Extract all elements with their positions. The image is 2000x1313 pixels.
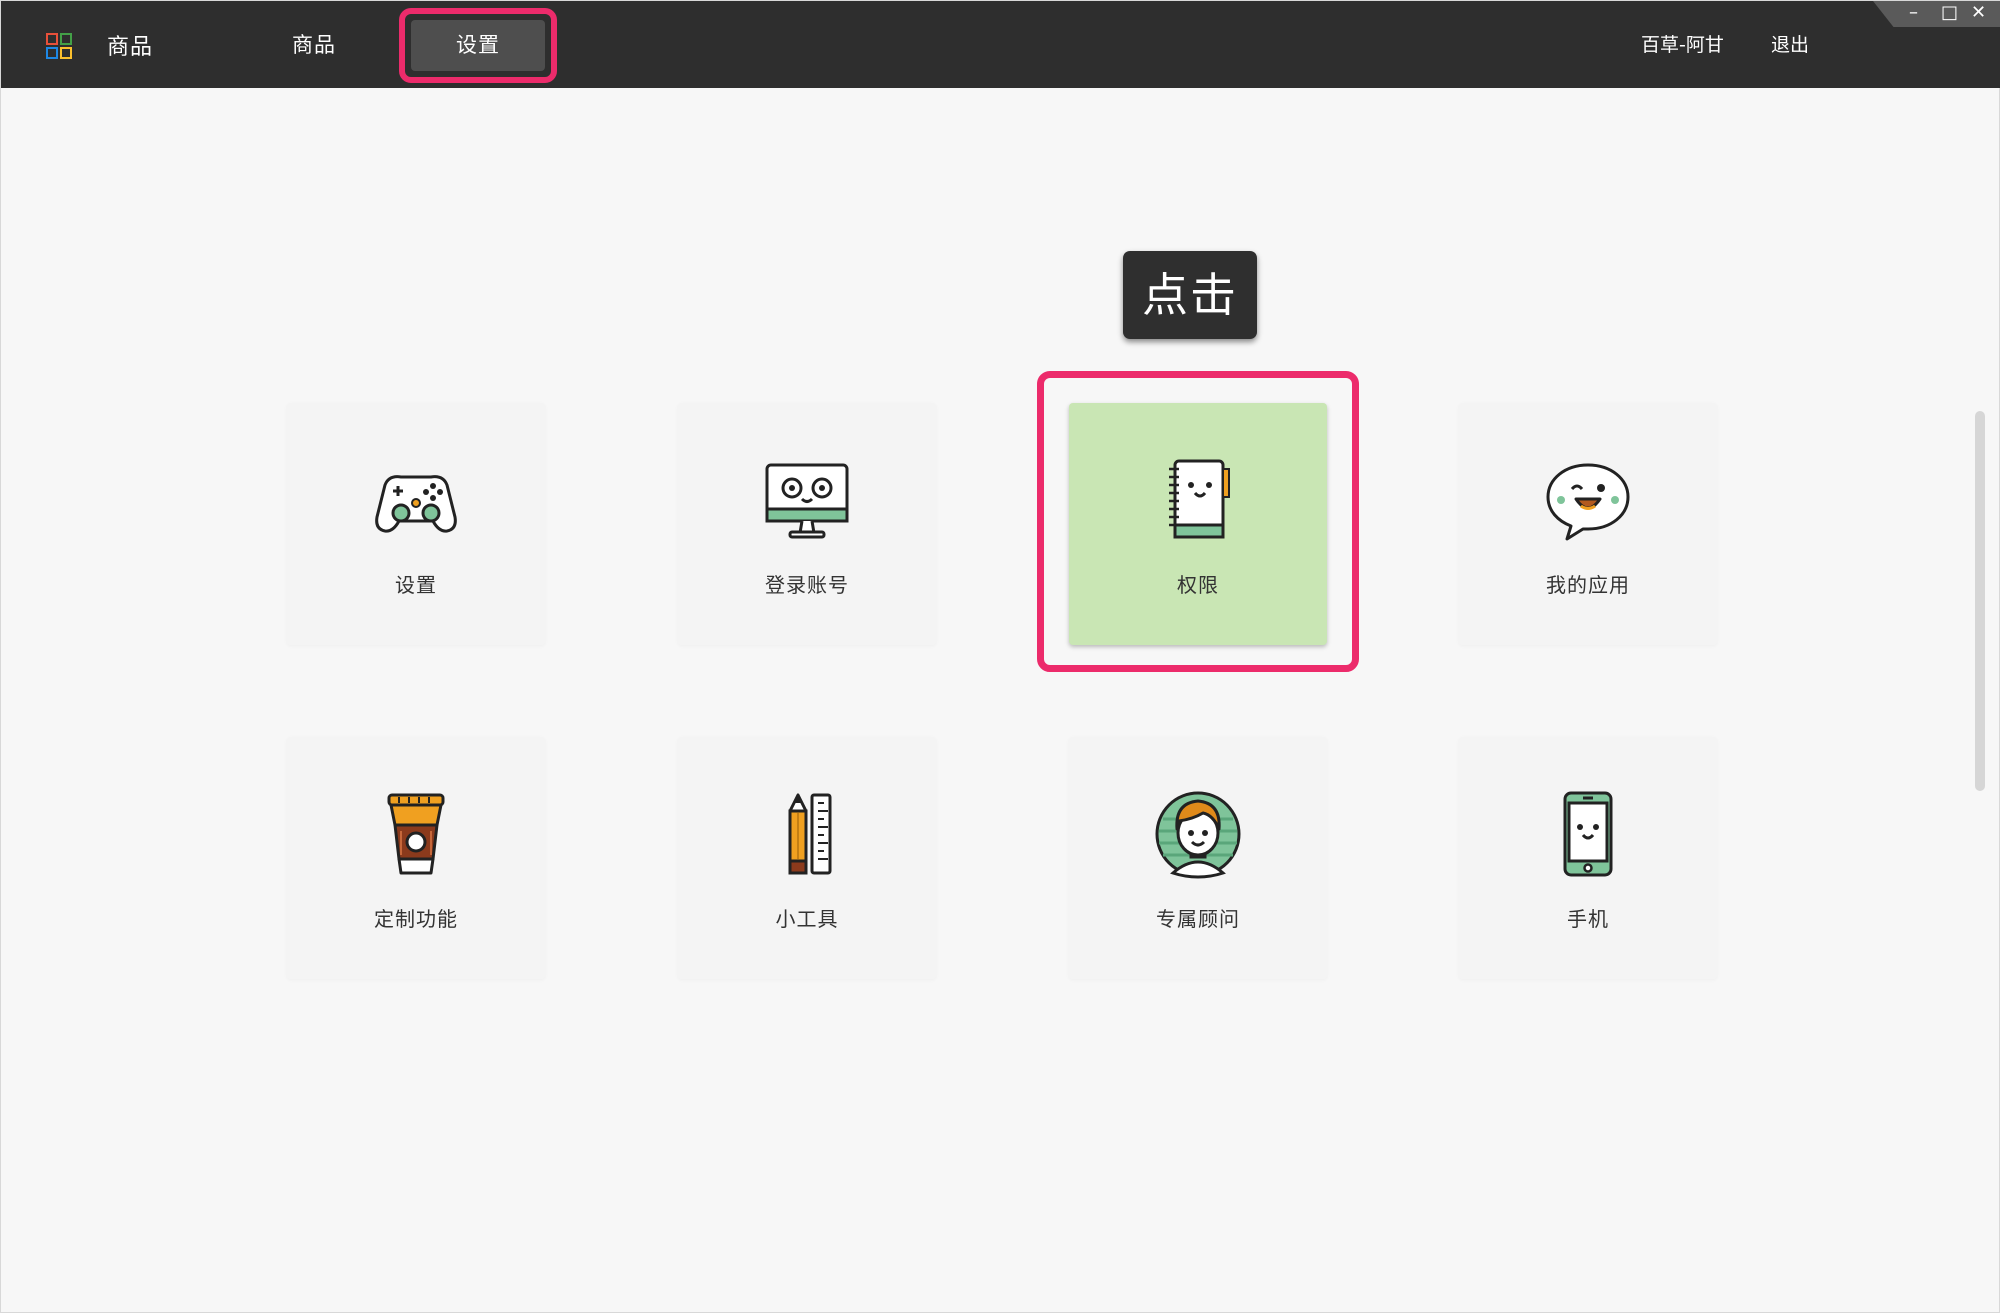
phone-icon: [1563, 791, 1613, 877]
click-tooltip: 点击: [1123, 251, 1257, 339]
tile-phone[interactable]: 手机: [1459, 737, 1717, 979]
chat-bubble-icon: [1546, 463, 1630, 541]
tile-widgets[interactable]: 小工具: [678, 737, 936, 979]
tile-my-apps[interactable]: 我的应用: [1459, 403, 1717, 645]
tile-label: 设置: [395, 573, 437, 597]
app-title: 商品: [107, 35, 154, 60]
tile-login-account[interactable]: 登录账号: [678, 403, 936, 645]
nav-settings[interactable]: 设置: [411, 20, 545, 71]
vertical-scrollbar[interactable]: [1975, 411, 1985, 791]
gamepad-icon: [375, 475, 457, 533]
app-grid-logo-icon: [46, 33, 72, 59]
tile-label: 手机: [1567, 907, 1609, 931]
tile-label: 登录账号: [765, 573, 849, 597]
tile-settings[interactable]: 设置: [287, 403, 545, 645]
tile-label: 小工具: [775, 907, 839, 931]
tile-label: 权限: [1177, 573, 1219, 597]
tile-permissions[interactable]: 权限: [1069, 403, 1327, 645]
tile-dedicated-advisor[interactable]: 专属顾问: [1069, 737, 1327, 979]
monitor-icon: [765, 463, 849, 539]
nav-goods[interactable]: 商品: [292, 29, 336, 59]
nav-settings-highlight: 设置: [399, 8, 557, 83]
logout-button[interactable]: 退出: [1771, 30, 1809, 57]
pencil-ruler-icon: [788, 793, 832, 875]
tile-custom-features[interactable]: 定制功能: [287, 737, 545, 979]
coffee-cup-icon: [387, 793, 445, 875]
app-window: 商品 商品 设置 百草-阿甘 退出 – □ ✕ 点击 设置 登录账号 权限 我的…: [0, 0, 2000, 1313]
tile-label: 我的应用: [1546, 573, 1630, 597]
advisor-avatar-icon: [1155, 791, 1241, 879]
tile-label: 专属顾问: [1156, 907, 1240, 931]
notebook-icon: [1169, 459, 1230, 539]
tile-label: 定制功能: [374, 907, 458, 931]
close-icon[interactable]: ✕: [1971, 3, 1986, 23]
window-controls: – □ ✕: [1873, 1, 2000, 27]
minimize-icon[interactable]: –: [1909, 3, 1918, 23]
user-name[interactable]: 百草-阿甘: [1641, 30, 1724, 57]
maximize-icon[interactable]: □: [1941, 3, 1958, 23]
top-bar: 商品 商品 设置 百草-阿甘 退出 – □ ✕: [1, 1, 2000, 88]
